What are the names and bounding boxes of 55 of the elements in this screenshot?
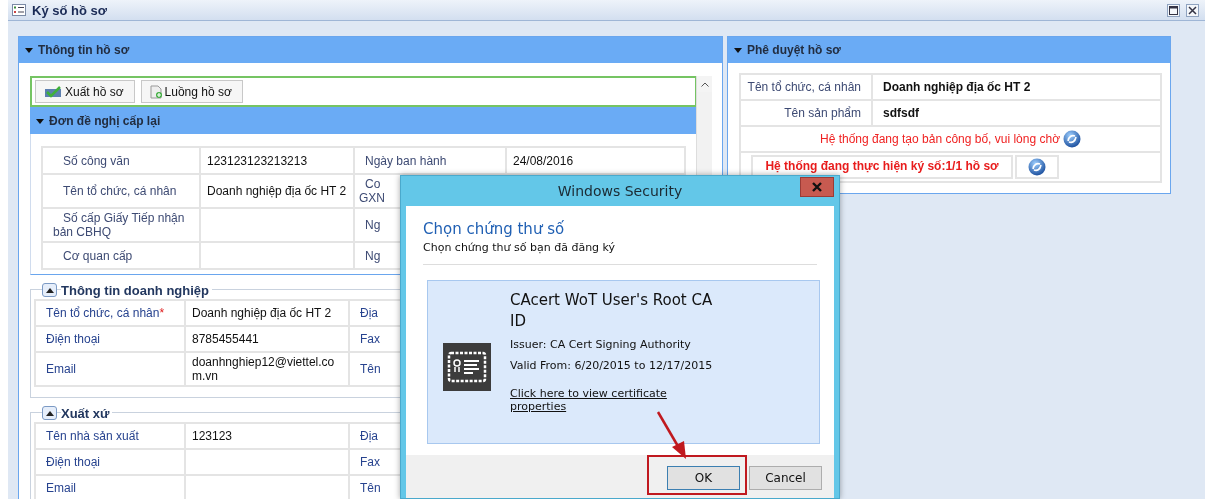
window-title: Ký số hồ sơ (32, 2, 107, 18)
certificate-link[interactable]: Click here to view certificate properties (510, 387, 680, 413)
status-message: Hệ thống đang tạo bản công bố, vui lòng chờ (819, 132, 1060, 146)
field-value: Doanh nghiệp địa ốc HT 2 (200, 174, 354, 208)
field-value: doanhnghiep12@viettel.com.vn (185, 352, 349, 386)
field-label: Ngày ban hành (354, 147, 506, 174)
field-value: 8785455441 (185, 326, 349, 352)
panel-title: Thông tin hồ sơ (38, 43, 130, 57)
field-label: Điện thoại (35, 449, 185, 475)
field-label: Tên sản phẩm (740, 100, 872, 126)
close-icon (1188, 5, 1197, 15)
certificate-card[interactable]: CAcert WoT User's Root CA ID Issuer: CA Cert Signing Authority Valid From: 6/20/2015 to 12/17/2015 Click here to view certificate properties (427, 280, 820, 444)
toolbar-button[interactable]: Xuất hồ sơ (35, 80, 135, 103)
field-value: Doanh nghiệp địa ốc HT 2 (872, 74, 1161, 100)
close-icon (812, 182, 822, 192)
triangle-icon (45, 287, 54, 293)
panel-header[interactable]: Thông tin hồ sơ (19, 37, 722, 63)
field-label: Số công văn (42, 147, 200, 174)
dialog-subtitle: Chọn chứng thư số bạn đã đăng ký (423, 241, 817, 265)
panel-title: Đơn đề nghị cấp lại (49, 113, 161, 128)
field-label: Số cấp Giấy Tiếp nhận bản CBHQ (42, 208, 200, 242)
maximize-button[interactable] (1167, 3, 1180, 17)
field-label: Cơ quan cấp (42, 242, 200, 269)
panel-title: Phê duyệt hồ sơ (747, 43, 841, 57)
check-card-icon (44, 85, 62, 98)
field-value: 123123 (185, 423, 349, 449)
field-label: Email (35, 475, 185, 499)
field-label: Tên tổ chức, cá nhân (740, 74, 872, 100)
globe-icon (1028, 158, 1046, 176)
maximize-icon (1169, 5, 1178, 15)
cancel-button[interactable]: Cancel (749, 466, 822, 490)
section-title: Xuất xứ (61, 405, 113, 421)
field-value: 123123123213213 (200, 147, 354, 174)
document-plus-icon (149, 84, 162, 99)
collapse-button[interactable] (42, 406, 57, 420)
panel-header[interactable]: Đơn đề nghị cấp lại (30, 107, 696, 134)
close-button[interactable] (1186, 3, 1199, 17)
field-value: Doanh nghiệp địa ốc HT 2 (185, 300, 349, 326)
list-icon (12, 4, 26, 16)
certificate-icon (443, 343, 491, 391)
triangle-icon (45, 410, 54, 416)
required-mark: * (159, 306, 165, 320)
globe-icon (1063, 130, 1081, 148)
field-value: sdfsdf (872, 100, 1161, 126)
collapse-button[interactable] (42, 283, 57, 297)
field-label: Điện thoại (35, 326, 185, 352)
ok-button[interactable]: OK (667, 466, 740, 490)
field-value: 24/08/2016 (506, 147, 685, 174)
toolbar-button[interactable]: Luồng hồ sơ (140, 80, 243, 103)
panel-header[interactable]: Phê duyệt hồ sơ (728, 37, 1170, 63)
field-label: Tên nhà sản xuất (35, 423, 185, 449)
field-label: Tên tổ chức, cá nhân* (35, 300, 185, 326)
field-label: Tên tổ chức, cá nhân (42, 174, 200, 208)
dialog-title: Windows Security (557, 183, 683, 199)
field-label: Email (35, 352, 185, 386)
